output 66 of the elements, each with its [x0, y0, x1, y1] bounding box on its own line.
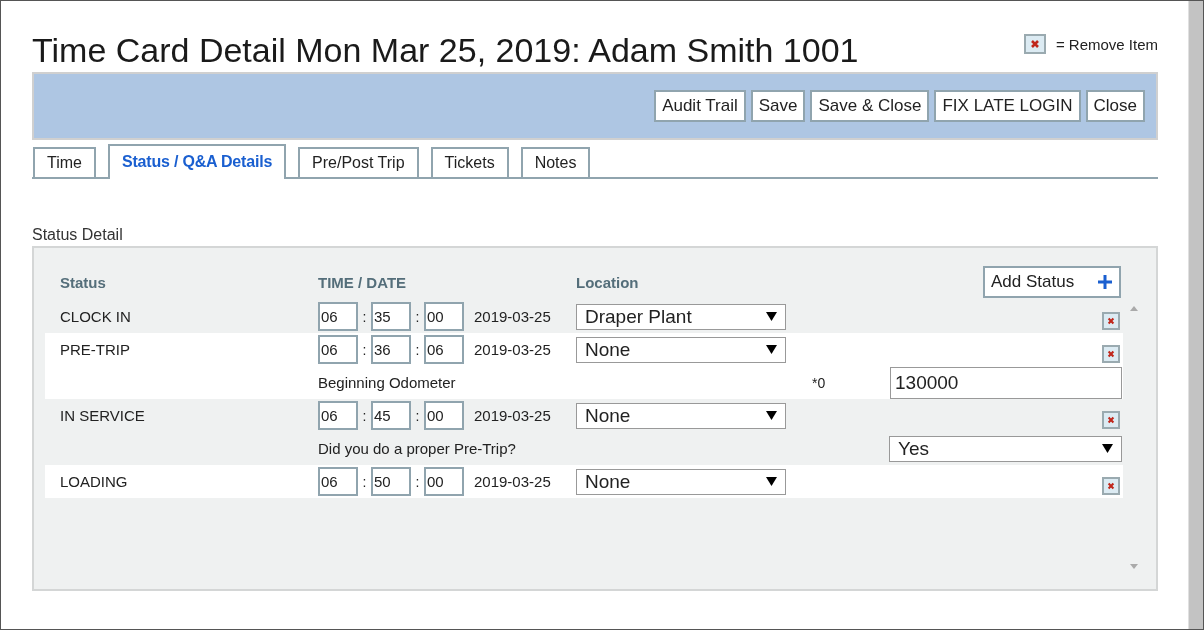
minute-field[interactable]: 45 — [371, 401, 411, 430]
caret-icon — [766, 411, 777, 420]
location-dropdown[interactable]: None — [576, 468, 786, 495]
section-heading: Status Detail — [32, 226, 124, 244]
time-separator: : — [361, 341, 368, 358]
status-name: LOADING — [59, 473, 129, 490]
location-dropdown[interactable]: Draper Plant — [576, 303, 786, 330]
minute-field[interactable]: 35 — [371, 302, 411, 331]
remove-icon[interactable] — [1102, 476, 1120, 495]
toolbar-button[interactable]: Close — [1085, 90, 1145, 122]
minute-field[interactable]: 36 — [371, 335, 411, 364]
toolbar-button[interactable]: Audit Trail — [654, 90, 746, 122]
location-dropdown[interactable]: None — [576, 336, 786, 363]
remove-icon[interactable] — [1102, 311, 1120, 330]
second-field[interactable]: 00 — [424, 401, 464, 430]
minute-field[interactable]: 50 — [371, 467, 411, 496]
time-separator: : — [361, 308, 368, 325]
tab[interactable]: Tickets — [430, 147, 509, 177]
toolbar-button[interactable]: Save & Close — [810, 90, 930, 122]
caret-icon — [766, 477, 777, 486]
remove-icon[interactable] — [1102, 410, 1120, 429]
second-field[interactable]: 06 — [424, 335, 464, 364]
column-header: TIME / DATE — [318, 273, 408, 291]
status-name: CLOCK IN — [59, 308, 132, 325]
toolbar-button[interactable]: Save — [750, 90, 806, 122]
caret-icon — [766, 312, 777, 321]
time-separator: : — [414, 407, 421, 424]
date-text: 2019-03-25 — [474, 341, 551, 358]
plus-icon — [1097, 274, 1113, 290]
odometer-field[interactable]: 130000 — [890, 366, 1122, 399]
caret-icon — [766, 345, 777, 354]
legend-text: = Remove Item — [1055, 35, 1158, 53]
date-text: 2019-03-25 — [474, 473, 551, 490]
column-header: Status — [59, 273, 107, 291]
column-header: Location — [576, 273, 639, 291]
add-status-button[interactable]: Add Status — [983, 266, 1121, 298]
tab[interactable]: Status / Q&A Details — [107, 144, 287, 179]
remove-icon — [1023, 34, 1046, 54]
time-separator: : — [361, 407, 368, 424]
date-text: 2019-03-25 — [474, 308, 551, 325]
time-separator: : — [361, 473, 368, 490]
hour-field[interactable]: 06 — [318, 401, 358, 430]
time-separator: : — [414, 473, 421, 490]
page-title: Time Card Detail Mon Mar 25, 2019: Adam Smith 1001 — [32, 30, 859, 70]
date-text: 2019-03-25 — [474, 407, 551, 424]
tab[interactable]: Time — [33, 147, 96, 177]
question-label: Beginning Odometer — [318, 374, 457, 391]
answer-dropdown[interactable]: Yes — [889, 435, 1122, 462]
caret-icon — [1102, 444, 1113, 453]
note-text: *0 — [812, 374, 827, 391]
time-separator: : — [414, 341, 421, 358]
second-field[interactable]: 00 — [424, 467, 464, 496]
toolbar-button[interactable]: FIX LATE LOGIN — [934, 90, 1081, 122]
hour-field[interactable]: 06 — [318, 467, 358, 496]
time-separator: : — [414, 308, 421, 325]
tab[interactable]: Notes — [520, 147, 591, 177]
second-field[interactable]: 00 — [424, 302, 464, 331]
scrollbar[interactable] — [1188, 1, 1203, 629]
status-name: IN SERVICE — [59, 407, 146, 424]
remove-icon[interactable] — [1102, 344, 1120, 363]
location-dropdown[interactable]: None — [576, 402, 786, 429]
tab[interactable]: Pre/Post Trip — [298, 147, 419, 177]
hour-field[interactable]: 06 — [318, 335, 358, 364]
status-name: PRE-TRIP — [59, 341, 131, 358]
question-label: Did you do a proper Pre-Trip? — [318, 440, 517, 457]
hour-field[interactable]: 06 — [318, 302, 358, 331]
